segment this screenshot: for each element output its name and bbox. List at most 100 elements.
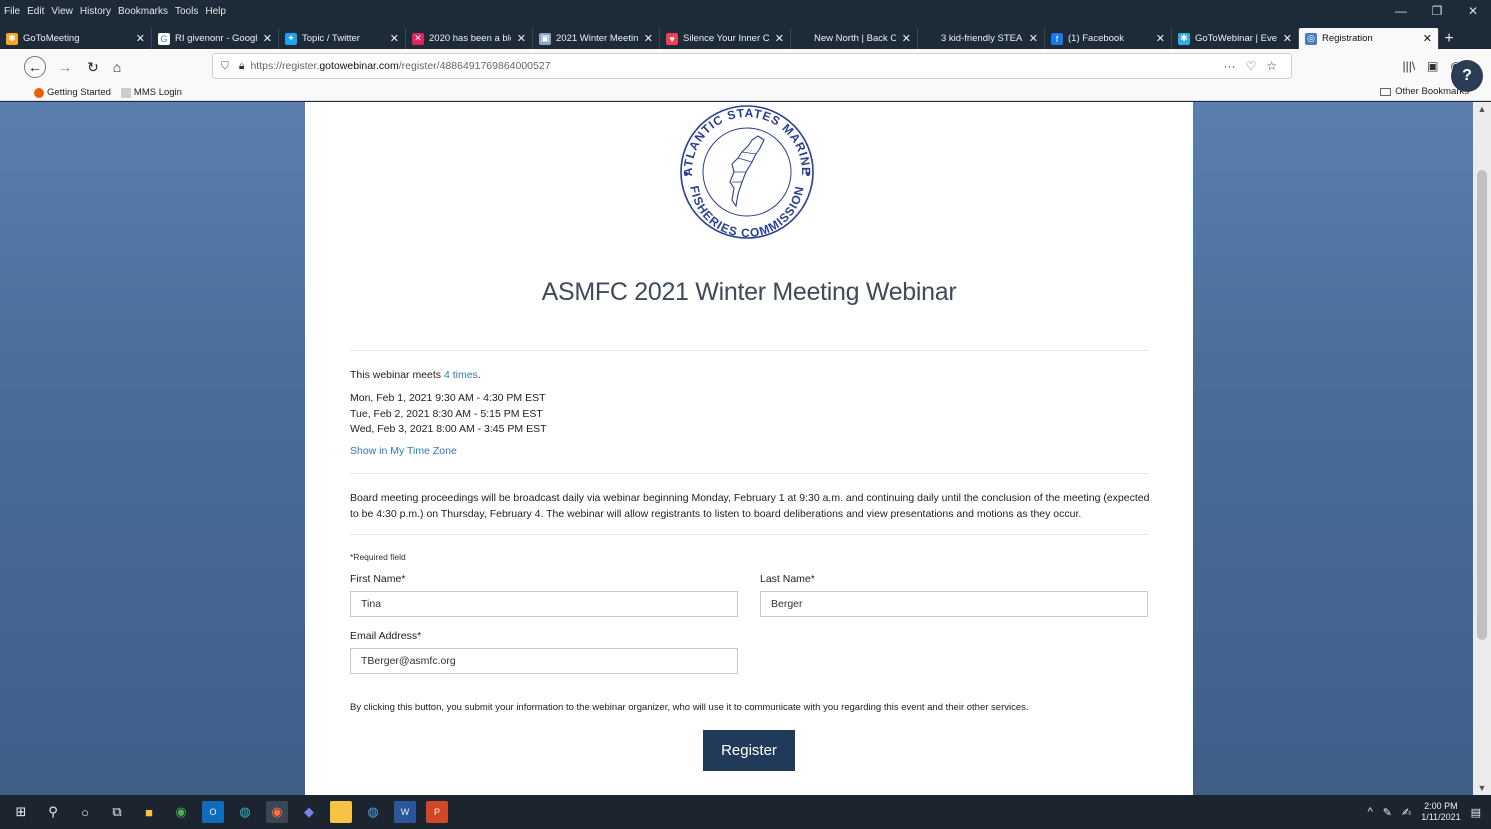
- email-input[interactable]: [350, 648, 738, 674]
- clock-time: 2:00 PM: [1424, 801, 1458, 811]
- firefox-icon: [34, 87, 44, 98]
- tab-label: Registration: [1322, 33, 1373, 44]
- bookmark-mms-login[interactable]: MMS Login: [120, 87, 182, 98]
- close-tab-icon[interactable]: ✕: [390, 32, 399, 45]
- teams-icon[interactable]: ◆: [298, 801, 320, 823]
- tab-4[interactable]: ✕ 2020 has been a bleak ✕: [406, 28, 533, 49]
- close-tab-icon[interactable]: ✕: [1156, 32, 1165, 45]
- task-view-icon[interactable]: ⧉: [106, 801, 128, 823]
- cortana-icon[interactable]: ○: [74, 801, 96, 823]
- close-tab-icon[interactable]: ✕: [263, 32, 272, 45]
- library-icon[interactable]: |||\: [1402, 59, 1415, 73]
- outlook-icon[interactable]: O: [202, 801, 224, 823]
- word-icon[interactable]: W: [394, 801, 416, 823]
- registration-icon: ◎: [1305, 32, 1317, 45]
- tab-5[interactable]: ▣ 2021 Winter Meeting ✕: [533, 28, 660, 49]
- tab-7[interactable]: New North | Back Office ✕: [791, 28, 918, 49]
- webinar-description: Board meeting proceedings will be broadc…: [350, 492, 1150, 520]
- scroll-up-icon[interactable]: ▲: [1473, 104, 1491, 114]
- bookmarks-toolbar: Getting Started MMS Login Other Bookmark…: [0, 85, 1491, 101]
- home-icon[interactable]: ⌂: [106, 56, 128, 78]
- menu-bookmarks[interactable]: Bookmarks: [118, 6, 168, 17]
- firefox-taskbar-icon[interactable]: ◉: [266, 801, 288, 823]
- session-dates: Mon, Feb 1, 2021 9:30 AM - 4:30 PM EST T…: [350, 391, 547, 438]
- tab-1[interactable]: ✱ GoToMeeting ✕: [0, 28, 152, 49]
- url-path: /register/4886491769864000527: [398, 60, 551, 72]
- menu-edit[interactable]: Edit: [27, 6, 44, 17]
- menu-tools[interactable]: Tools: [175, 6, 198, 17]
- close-window-icon[interactable]: ✕: [1455, 4, 1491, 18]
- bookmark-star-icon[interactable]: ☆: [1266, 59, 1277, 73]
- file-explorer-icon[interactable]: ■: [138, 801, 160, 823]
- minimize-icon[interactable]: —: [1383, 4, 1419, 18]
- help-chat-icon[interactable]: ?: [1451, 60, 1483, 92]
- bookmark-label: Getting Started: [47, 87, 111, 98]
- app-icon[interactable]: ◍: [234, 801, 256, 823]
- signature-icon[interactable]: ✍: [1402, 806, 1411, 819]
- first-name-input[interactable]: [350, 591, 738, 617]
- pocket-icon[interactable]: ♡: [1245, 59, 1256, 73]
- meets-suffix: .: [477, 369, 481, 381]
- close-tab-icon[interactable]: ✕: [517, 32, 526, 45]
- tab-label: RI givenonr - Google: [175, 33, 257, 44]
- menu-history[interactable]: History: [80, 6, 111, 17]
- close-tab-icon[interactable]: ✕: [775, 32, 784, 45]
- notifications-icon[interactable]: ▤: [1471, 806, 1481, 819]
- divider: [350, 350, 1148, 351]
- scroll-down-icon[interactable]: ▼: [1473, 783, 1491, 793]
- page-scrollbar[interactable]: ▲ ▼: [1473, 102, 1491, 795]
- last-name-input[interactable]: [760, 591, 1148, 617]
- navigation-bar: ← → ↻ ⌂ ⛉ 🔒︎ https://register. gotowebina…: [0, 49, 1491, 85]
- gotomeeting-taskbar-icon[interactable]: ◍: [362, 801, 384, 823]
- bookmark-getting-started[interactable]: Getting Started: [34, 87, 111, 98]
- tab-8[interactable]: 3 kid-friendly STEAM ✕: [918, 28, 1045, 49]
- tab-2[interactable]: G RI givenonr - Google ✕: [152, 28, 279, 49]
- page-viewport: ATLANTIC STATES MARINE FISHERIES COMMISS…: [0, 102, 1491, 795]
- windows-start-icon[interactable]: ⊞: [10, 801, 32, 823]
- scroll-thumb[interactable]: [1477, 170, 1487, 640]
- close-tab-icon[interactable]: ✕: [1283, 32, 1292, 45]
- reload-icon[interactable]: ↻: [82, 56, 104, 78]
- page-actions-icon[interactable]: ···: [1223, 59, 1235, 73]
- show-time-zone-link[interactable]: Show in My Time Zone: [350, 445, 457, 457]
- meets-times-link[interactable]: 4 times: [444, 369, 478, 381]
- url-bar[interactable]: ⛉ 🔒︎ https://register. gotowebinar.com/re…: [212, 53, 1292, 79]
- register-button[interactable]: Register: [703, 730, 795, 771]
- tab-label: 2021 Winter Meeting: [556, 33, 638, 44]
- close-tab-icon[interactable]: ✕: [644, 32, 653, 45]
- tab-10[interactable]: ✱ GoToWebinar | Event ✕: [1172, 28, 1299, 49]
- menu-bar: File Edit View History Bookmarks Tools Help: [0, 0, 1491, 22]
- close-tab-icon[interactable]: ✕: [1029, 32, 1038, 45]
- tab-6[interactable]: ♥ Silence Your Inner Cr ✕: [660, 28, 791, 49]
- menu-file[interactable]: File: [4, 6, 20, 17]
- tracking-shield-icon[interactable]: ⛉: [221, 60, 229, 73]
- tab-3[interactable]: ✦ Topic / Twitter ✕: [279, 28, 406, 49]
- forward-arrow-icon[interactable]: →: [54, 56, 76, 78]
- page-icon: [120, 87, 131, 98]
- sidebar-icon[interactable]: ▣: [1427, 59, 1438, 73]
- sticky-notes-icon[interactable]: [330, 801, 352, 823]
- tab-9[interactable]: f (1) Facebook ✕: [1045, 28, 1172, 49]
- close-tab-icon[interactable]: ✕: [1423, 32, 1432, 45]
- tray-chevron-icon[interactable]: ^: [1368, 806, 1373, 818]
- powerpoint-icon[interactable]: P: [426, 801, 448, 823]
- chrome-icon[interactable]: ◉: [170, 801, 192, 823]
- system-clock[interactable]: 2:00 PM 1/11/2021: [1421, 801, 1460, 823]
- email-label: Email Address*: [350, 630, 422, 642]
- close-tab-icon[interactable]: ✕: [136, 32, 145, 45]
- new-tab-icon[interactable]: +: [1439, 28, 1459, 49]
- pen-icon[interactable]: ✎: [1383, 806, 1392, 819]
- tab-label: Silence Your Inner Cr: [683, 33, 769, 44]
- restore-icon[interactable]: ❐: [1419, 4, 1455, 18]
- tab-label: GoToMeeting: [23, 33, 80, 44]
- menu-view[interactable]: View: [51, 6, 73, 17]
- tab-11[interactable]: ◎ Registration ✕: [1299, 28, 1439, 49]
- search-icon[interactable]: ⚲: [42, 801, 64, 823]
- close-tab-icon[interactable]: ✕: [902, 32, 911, 45]
- menu-help[interactable]: Help: [205, 6, 226, 17]
- blank-page-icon: [797, 33, 809, 45]
- back-arrow-icon[interactable]: ←: [24, 56, 46, 78]
- pocket-icon: ♥: [666, 32, 678, 45]
- padlock-icon[interactable]: 🔒︎: [239, 60, 245, 73]
- clock-date: 1/11/2021: [1421, 812, 1461, 822]
